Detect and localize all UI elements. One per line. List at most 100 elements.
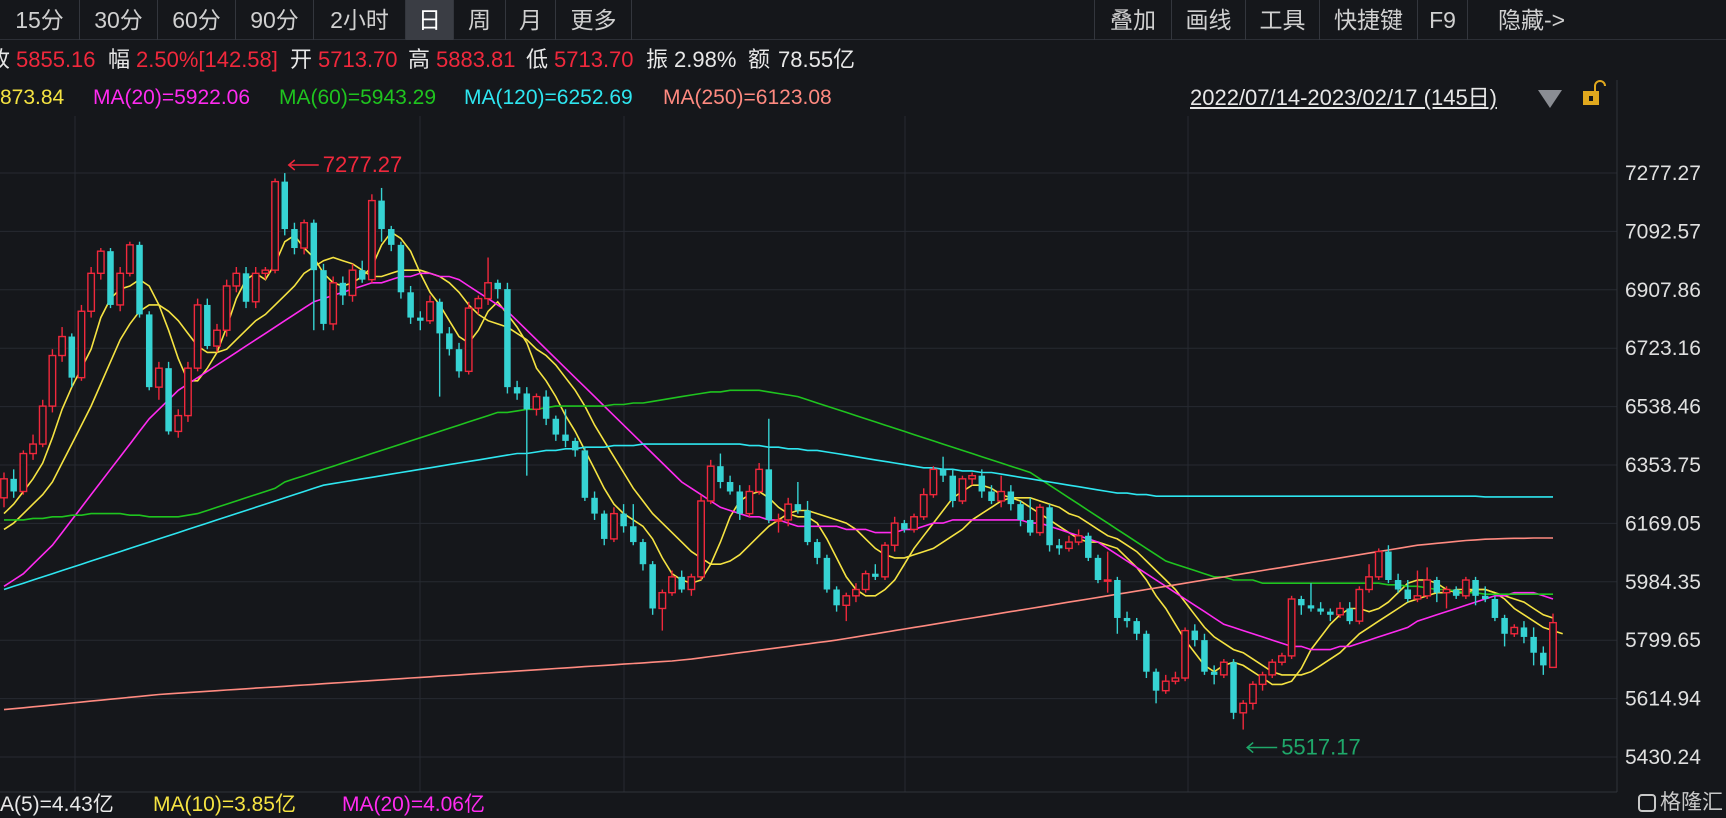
candle-up: [154, 361, 163, 400]
candle-body: [474, 297, 483, 309]
candle-body: [581, 450, 589, 498]
candle-up: [1336, 602, 1344, 618]
candle-down: [1230, 659, 1237, 720]
candle-body: [726, 481, 734, 492]
candle-body: [1501, 617, 1508, 634]
candle-body: [397, 244, 405, 293]
candle-body: [1452, 589, 1460, 596]
candle-body: [1239, 702, 1248, 714]
ma-line-ma60: [4, 389, 1553, 596]
y-tick-label: 5430.24: [1625, 746, 1701, 769]
candle-body: [329, 282, 338, 325]
candle-down: [504, 282, 511, 394]
candle-body: [929, 468, 938, 496]
logo-icon: [1638, 794, 1656, 813]
candle-down: [765, 418, 773, 524]
candle-body: [1433, 580, 1441, 593]
candle-down: [291, 222, 298, 255]
candle-body: [1017, 504, 1024, 520]
candle-body: [1268, 661, 1277, 676]
candles-group: [0, 173, 1557, 730]
candle-body: [68, 336, 76, 378]
candle-down: [552, 415, 560, 441]
candle-up: [658, 589, 667, 631]
candle-up: [1181, 627, 1190, 682]
candle-body: [1520, 627, 1528, 637]
candle-body: [1355, 588, 1364, 622]
candle-down: [1094, 554, 1102, 584]
lock-icon[interactable]: [1583, 80, 1606, 105]
candle-body: [1133, 621, 1140, 634]
candle-body: [1374, 550, 1383, 578]
candle-body: [1491, 598, 1499, 618]
candle-body: [300, 222, 309, 249]
candle-down: [1123, 611, 1131, 628]
candle-body: [1327, 611, 1334, 615]
candle-body: [1046, 507, 1053, 546]
vol-ma10-legend: MA(10)=3.85亿: [153, 793, 296, 816]
candle-body: [494, 282, 501, 290]
y-tick-label: 6907.86: [1625, 279, 1701, 302]
candle-body: [939, 469, 947, 476]
candle-up: [426, 295, 434, 324]
candle-body: [213, 329, 221, 347]
candle-up: [697, 494, 705, 581]
candle-body: [658, 591, 667, 610]
candle-down: [436, 298, 443, 397]
candle-body: [1123, 617, 1131, 622]
candle-body: [504, 289, 511, 388]
candle-body: [1094, 557, 1102, 581]
candle-up: [929, 466, 938, 498]
candle-body: [745, 490, 754, 515]
candle-body: [901, 523, 908, 530]
candle-up: [1171, 671, 1180, 685]
y-tick-label: 6169.05: [1625, 512, 1701, 535]
watermark-logo: 格隆汇: [1638, 786, 1723, 816]
candle-body: [1404, 589, 1412, 599]
candle-down: [542, 390, 550, 426]
candle-body: [1442, 588, 1451, 594]
y-tick-label: 5799.65: [1625, 629, 1701, 652]
ma-line-ma5: [3, 231, 1563, 686]
candle-body: [87, 272, 96, 312]
candle-body: [591, 497, 598, 514]
extreme-markers: 7277.27 5517.17: [287, 152, 1361, 760]
candle-body: [222, 285, 231, 331]
candle-body: [367, 199, 376, 281]
dropdown-triangle-icon[interactable]: [1538, 90, 1562, 108]
candle-body: [1248, 683, 1257, 705]
candle-body: [436, 301, 443, 334]
candle-body: [174, 414, 183, 433]
candle-body: [291, 229, 298, 249]
candle-body: [968, 474, 977, 480]
candle-body: [1103, 579, 1112, 582]
candle-up: [271, 178, 280, 274]
candle-up: [174, 409, 183, 438]
candle-body: [107, 251, 114, 305]
candle-body: [38, 405, 47, 445]
candle-body: [1481, 595, 1489, 599]
candle-down: [339, 276, 347, 305]
candle-down: [1317, 602, 1324, 615]
candle-body: [426, 301, 434, 322]
candle-body: [697, 500, 705, 578]
candle-up: [329, 276, 338, 331]
candle-body: [523, 393, 531, 410]
candle-down: [794, 481, 802, 514]
candle-body: [706, 465, 715, 502]
candle-up: [464, 301, 473, 375]
candle-up: [183, 361, 192, 422]
candle-body: [562, 434, 569, 441]
candle-body: [861, 572, 870, 591]
candle-body: [1181, 629, 1190, 679]
candle-body: [1385, 551, 1392, 581]
candle-up: [1268, 659, 1277, 679]
candle-body: [571, 440, 579, 451]
candle-up: [1035, 504, 1044, 536]
candle-up: [38, 399, 47, 448]
chart-grid: [0, 80, 1618, 793]
candle-down: [407, 285, 414, 324]
y-tick-label: 7277.27: [1625, 162, 1701, 185]
candle-up: [1442, 586, 1451, 609]
candle-up: [1277, 652, 1286, 666]
